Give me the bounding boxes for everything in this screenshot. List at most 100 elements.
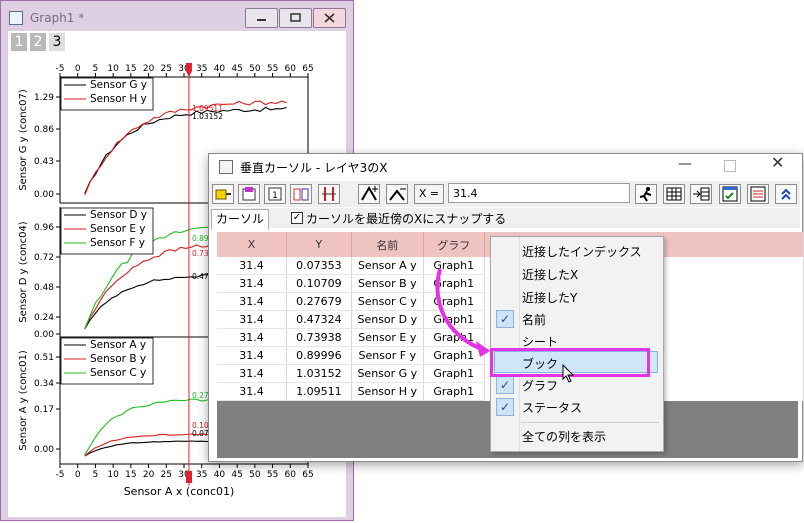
menu-item-7[interactable]: ステータス [522, 399, 582, 416]
legend-entry: Sensor E y [90, 223, 146, 235]
cursor-mode-button[interactable] [212, 184, 234, 204]
checkmark-icon: ✓ [496, 398, 514, 416]
tick-label: 35 [196, 470, 207, 480]
cell-x: 31.4 [217, 328, 288, 347]
cell-y: 0.47324 [286, 310, 352, 329]
cursor-top-handle[interactable] [185, 63, 192, 77]
settings-button[interactable] [747, 184, 769, 204]
minimize-button[interactable] [245, 8, 278, 28]
tick-label: 10 [107, 64, 119, 74]
cell-name: Sensor H y [351, 382, 424, 401]
tick-label: 65 [302, 470, 313, 480]
tick-label: 50 [249, 470, 261, 480]
dialog-close-button[interactable]: ✕ [771, 153, 784, 172]
maximize-button[interactable] [279, 8, 312, 28]
cell-x: 31.4 [217, 382, 288, 401]
tick-label: 40 [214, 470, 226, 480]
cursor-bottom-handle[interactable] [185, 471, 192, 483]
y-tick-label: 0.00 [34, 190, 54, 200]
dialog-maximize-button[interactable] [724, 160, 736, 172]
cell-name: Sensor A y [351, 257, 424, 275]
snap-checkbox-label: カーソルを最近傍のXにスナップする [306, 212, 507, 226]
runner-icon [639, 187, 652, 202]
vertical-cursors-button[interactable] [318, 184, 340, 204]
layer-1-button[interactable]: 1 [264, 184, 286, 204]
tick-label: 50 [249, 64, 261, 74]
cursor-mode-icon [215, 189, 231, 200]
cell-name: Sensor D y [351, 310, 424, 329]
tick-label: 0 [75, 470, 81, 480]
add-column-icon [693, 187, 710, 201]
cell-x: 31.4 [217, 292, 288, 311]
column-header-x[interactable]: X [217, 232, 288, 257]
close-icon [324, 13, 335, 23]
tick-label: 25 [161, 64, 172, 74]
svg-text:1: 1 [272, 191, 278, 201]
y-tick-label: 0.51 [34, 353, 54, 363]
y-tick-label: 0.00 [34, 445, 54, 455]
top-axis: -5 0 5 10 15 20 25 30 35 40 45 50 55 60 65 [56, 64, 314, 78]
menu-item-2[interactable]: 近接したY [522, 289, 577, 306]
y-tick-label: 0.43 [34, 157, 54, 167]
y-tick-label: 1.29 [34, 93, 54, 103]
layer-select-button[interactable] [290, 184, 312, 204]
snap-checkbox[interactable]: ✓ [291, 212, 303, 224]
graph-window-icon [9, 11, 23, 25]
bottom-axis: -5 0 5 10 15 20 25 30 35 40 45 50 55 60 65 [56, 463, 314, 480]
cell-name: Sensor E y [351, 328, 424, 347]
y-axis-label: Sensor G y (conc07) [18, 89, 29, 191]
x-value-input[interactable] [448, 183, 630, 203]
menu-item-6[interactable]: グラフ [522, 377, 558, 394]
column-header-name[interactable]: 名前 [351, 232, 424, 257]
cell-name: Sensor C y [351, 292, 424, 311]
tick-label: 45 [231, 64, 242, 74]
cell-y: 1.09511 [286, 382, 352, 401]
column-header-y[interactable]: Y [286, 232, 352, 257]
close-button[interactable] [313, 8, 346, 28]
y-tick-label: 0.00 [34, 330, 54, 340]
run-button[interactable] [635, 184, 657, 204]
tick-label: 5 [93, 64, 99, 74]
dialog-title: 垂直カーソル - レイヤ3のX [240, 161, 388, 175]
y-axis-label: Sensor D y (conc04) [18, 221, 29, 323]
pick-data-button[interactable] [238, 184, 260, 204]
cell-x: 31.4 [217, 364, 288, 383]
export-button[interactable] [719, 184, 741, 204]
cell-name: Sensor G y [351, 364, 424, 383]
dialog-minimize-button[interactable]: — [678, 156, 692, 172]
tick-label: 60 [285, 64, 297, 74]
menu-item-0[interactable]: 近接したインデックス [522, 243, 642, 260]
table-button[interactable] [663, 184, 685, 204]
x-equals-label: X = [414, 184, 444, 204]
column-header-graph[interactable]: グラフ [423, 232, 485, 257]
checklist-icon [722, 186, 738, 202]
cell-y: 0.89996 [286, 346, 352, 365]
cell-graph: Graph1 [423, 364, 485, 383]
tab-cursor[interactable]: カーソル [211, 209, 269, 230]
cell-name: Sensor B y [351, 274, 424, 293]
cell-name: Sensor F y [351, 346, 424, 365]
cell-x: 31.4 [217, 346, 288, 365]
layer-icon: 1 [268, 187, 282, 201]
menu-item-8[interactable]: 全ての列を表示 [522, 428, 606, 445]
add-point-button[interactable] [358, 184, 380, 204]
cell-x: 31.4 [217, 274, 288, 293]
cell-y: 0.27679 [286, 292, 352, 311]
menu-item-3[interactable]: 名前 [522, 311, 546, 328]
table-icon [666, 187, 682, 201]
maximize-icon [290, 13, 301, 22]
add-point-icon [361, 186, 378, 201]
annotation-arrow [435, 268, 490, 357]
chevron-up-icon [781, 188, 791, 200]
y-tick-label: 0.86 [34, 125, 54, 135]
pick-data-icon [242, 187, 256, 201]
tick-label: 20 [143, 470, 155, 480]
menu-item-1[interactable]: 近接したX [522, 266, 578, 283]
remove-point-button[interactable] [386, 184, 408, 204]
add-column-button[interactable] [690, 184, 712, 204]
collapse-button[interactable] [775, 184, 797, 204]
tick-label: 65 [302, 64, 313, 74]
cell-y: 1.03152 [286, 364, 352, 383]
remove-point-icon [389, 188, 406, 201]
arrow-curve [435, 268, 489, 353]
